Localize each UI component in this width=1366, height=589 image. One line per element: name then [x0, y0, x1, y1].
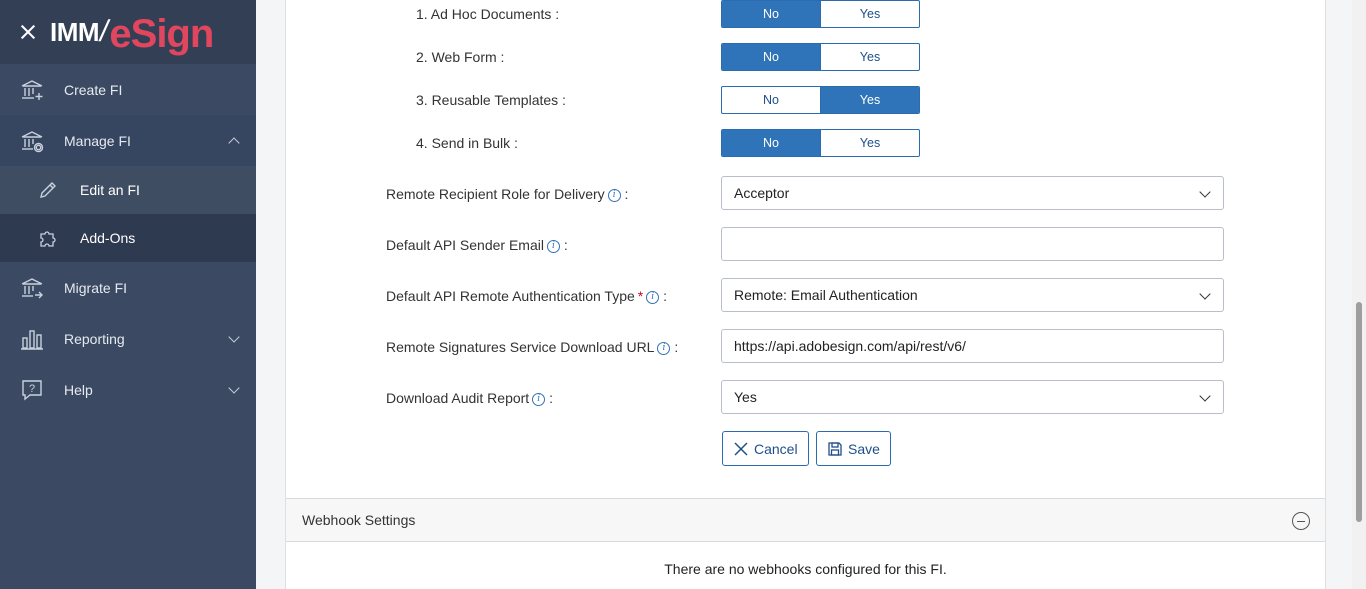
toggle-option-yes[interactable]: Yes: [820, 87, 919, 113]
download-url-value: https://api.adobesign.com/api/rest/v6/: [734, 338, 966, 354]
label-suffix: :: [674, 339, 679, 355]
chevron-up-icon: [228, 137, 240, 149]
chevron-down-icon: [1199, 288, 1211, 300]
info-icon[interactable]: i: [646, 291, 660, 304]
close-icon[interactable]: [18, 22, 38, 42]
toggle-option-yes[interactable]: Yes: [820, 130, 919, 156]
info-icon[interactable]: i: [546, 240, 560, 253]
sidebar-item-add-ons[interactable]: Add-Ons: [0, 214, 256, 262]
page-scrollbar[interactable]: [1352, 0, 1366, 589]
puzzle-icon: [38, 228, 58, 248]
info-icon[interactable]: i: [657, 342, 671, 355]
audit-report-value: Yes: [734, 389, 757, 405]
required-marker: *: [637, 288, 644, 304]
ad-hoc-documents-toggle[interactable]: No Yes: [721, 0, 920, 28]
auth-type-select[interactable]: Remote: Email Authentication: [721, 278, 1224, 312]
sender-email-input[interactable]: [721, 227, 1224, 261]
auth-type-label-text: Default API Remote Authentication Type: [386, 288, 635, 304]
remote-role-value: Acceptor: [734, 185, 790, 201]
bank-plus-icon: [20, 78, 44, 102]
app-logo: IMM / eSign: [50, 6, 214, 56]
pencil-icon: [38, 180, 58, 200]
toggle-option-no[interactable]: No: [722, 87, 820, 113]
cancel-button-label: Cancel: [754, 440, 798, 457]
sidebar-item-label: Manage FI: [64, 132, 131, 149]
logo-suffix: eSign: [109, 11, 214, 56]
save-button[interactable]: Save: [816, 431, 891, 466]
label-suffix: :: [624, 186, 629, 202]
remote-role-select[interactable]: Acceptor: [721, 176, 1224, 210]
toggle-option-yes[interactable]: Yes: [820, 44, 919, 70]
auth-type-label: Default API Remote Authentication Type * i…: [386, 288, 667, 304]
save-button-label: Save: [848, 440, 880, 457]
sidebar-item-edit-fi[interactable]: Edit an FI: [0, 166, 256, 214]
bank-arrow-icon: [20, 276, 44, 300]
svg-text:?: ?: [29, 383, 35, 395]
sidebar-item-help[interactable]: ? Help: [0, 364, 256, 415]
sidebar-item-label: Create FI: [64, 81, 123, 98]
audit-report-select[interactable]: Yes: [721, 380, 1224, 414]
audit-report-label-text: Download Audit Report: [386, 390, 530, 406]
sidebar-item-reporting[interactable]: Reporting: [0, 313, 256, 364]
sender-email-label: Default API Sender Email i :: [386, 237, 568, 253]
download-url-label: Remote Signatures Service Download URL i …: [386, 339, 678, 355]
sidebar-item-create-fi[interactable]: Create FI: [0, 64, 256, 115]
remote-role-label: Remote Recipient Role for Delivery i :: [386, 186, 628, 202]
download-url-input[interactable]: https://api.adobesign.com/api/rest/v6/: [721, 329, 1224, 363]
feature-label-web-form: 2. Web Form :: [416, 49, 505, 65]
help-bubble-icon: ?: [20, 378, 44, 402]
remote-role-label-text: Remote Recipient Role for Delivery: [386, 186, 605, 202]
floppy-disk-icon: [828, 441, 842, 456]
feature-label-ad-hoc: 1. Ad Hoc Documents :: [416, 6, 560, 22]
sidebar-item-migrate-fi[interactable]: Migrate FI: [0, 262, 256, 313]
webhook-settings-header[interactable]: Webhook Settings: [286, 498, 1325, 542]
sidebar: IMM / eSign Create FI Manage FI Edit an …: [0, 0, 256, 589]
bank-gear-icon: [20, 129, 44, 153]
sender-email-label-text: Default API Sender Email: [386, 237, 544, 253]
bar-chart-icon: [20, 327, 44, 351]
sidebar-item-manage-fi[interactable]: Manage FI: [0, 115, 256, 166]
label-suffix: :: [563, 237, 568, 253]
chevron-down-icon: [1199, 186, 1211, 198]
section-title: Webhook Settings: [302, 512, 416, 528]
sidebar-item-label: Migrate FI: [64, 279, 128, 296]
sidebar-item-label: Edit an FI: [80, 182, 140, 198]
logo-prefix: IMM: [50, 16, 100, 47]
chevron-down-icon: [228, 331, 240, 343]
toggle-option-no[interactable]: No: [722, 130, 820, 156]
feature-label-reusable-templates: 3. Reusable Templates :: [416, 92, 566, 108]
sidebar-item-label: Help: [64, 381, 93, 398]
feature-label-send-in-bulk: 4. Send in Bulk :: [416, 135, 518, 151]
web-form-toggle[interactable]: No Yes: [721, 43, 920, 71]
collapse-icon[interactable]: [1292, 512, 1310, 530]
sidebar-item-label: Add-Ons: [80, 230, 136, 246]
scrollbar-thumb[interactable]: [1356, 302, 1362, 522]
auth-type-value: Remote: Email Authentication: [734, 287, 918, 303]
info-icon[interactable]: i: [532, 393, 546, 406]
reusable-templates-toggle[interactable]: No Yes: [721, 86, 920, 114]
label-suffix: :: [549, 390, 553, 406]
toggle-option-no[interactable]: No: [722, 44, 820, 70]
send-in-bulk-toggle[interactable]: No Yes: [721, 129, 920, 157]
label-suffix: :: [663, 288, 668, 304]
sidebar-item-label: Reporting: [64, 330, 125, 347]
download-url-label-text: Remote Signatures Service Download URL: [386, 339, 655, 355]
toggle-option-yes[interactable]: Yes: [820, 1, 919, 27]
chevron-down-icon: [1199, 390, 1211, 402]
toggle-option-no[interactable]: No: [722, 1, 820, 27]
chevron-down-icon: [228, 382, 240, 394]
main-content: 1. Ad Hoc Documents : No Yes 2. Web Form…: [256, 0, 1352, 589]
cancel-button[interactable]: Cancel: [722, 431, 809, 466]
info-icon[interactable]: i: [607, 189, 621, 202]
settings-panel: 1. Ad Hoc Documents : No Yes 2. Web Form…: [285, 0, 1326, 589]
sidebar-header: IMM / eSign: [0, 0, 256, 64]
close-icon: [734, 441, 748, 456]
webhooks-empty-message: There are no webhooks configured for thi…: [664, 561, 947, 577]
audit-report-label: Download Audit Report i :: [386, 390, 553, 406]
